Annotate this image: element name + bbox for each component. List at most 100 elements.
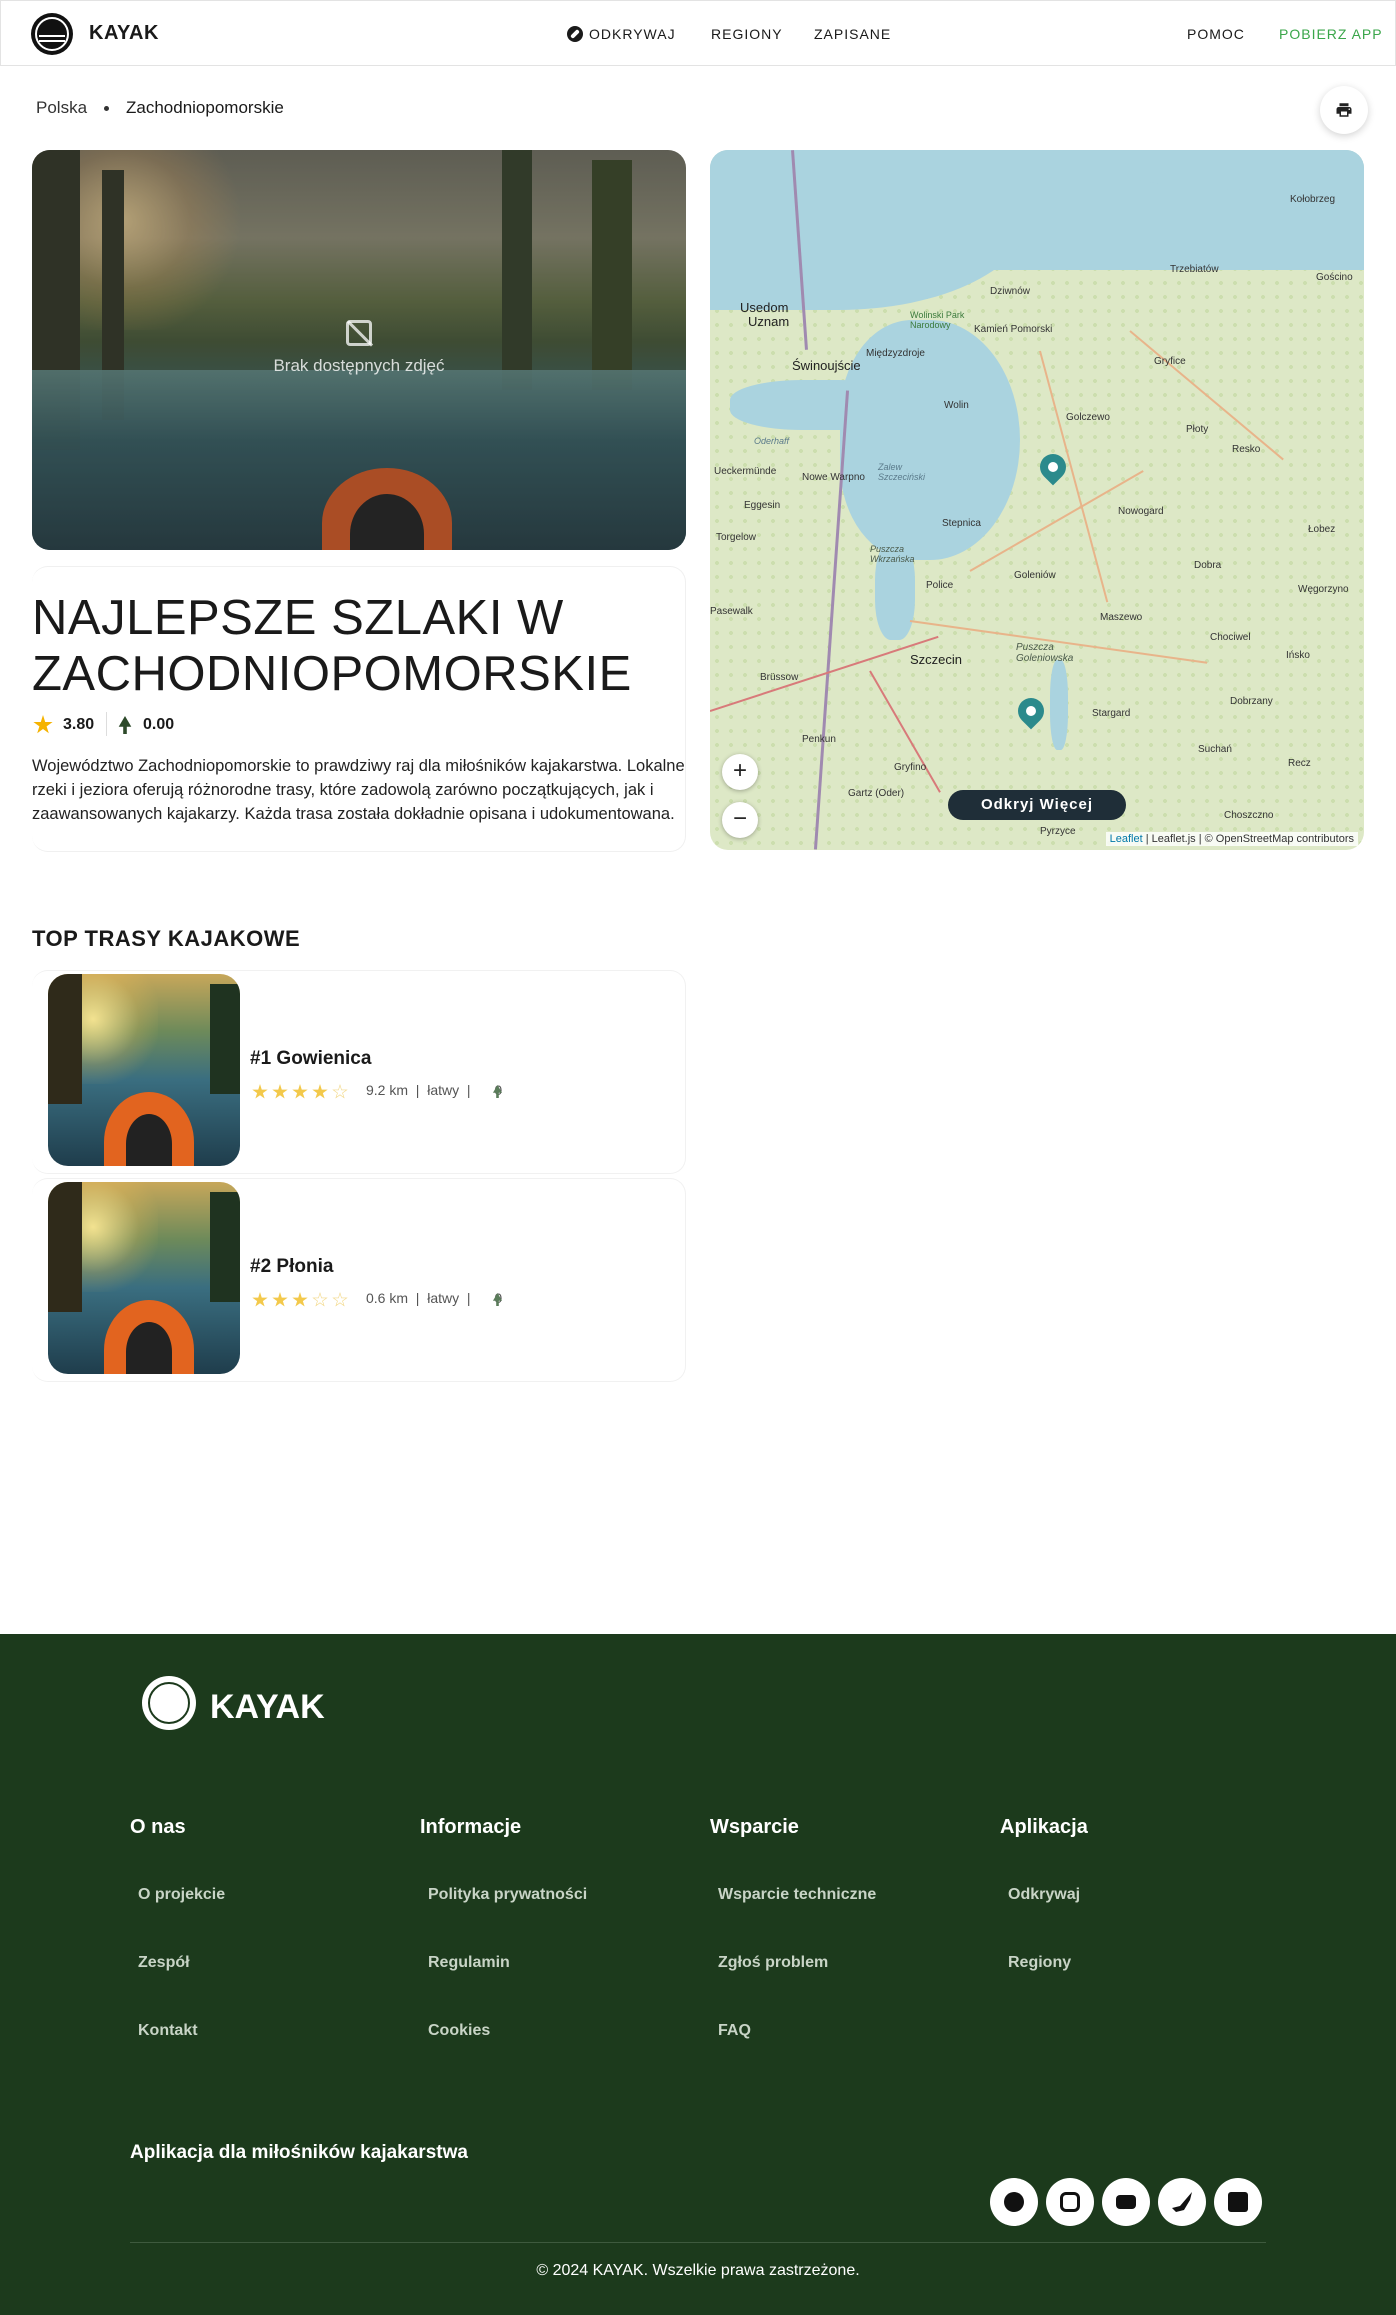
trail-distance: 0.6 km	[366, 1290, 409, 1306]
map-label: Oderhaff	[754, 436, 790, 446]
footer-column-title: Wsparcie	[710, 1816, 799, 1838]
footer-tagline: Aplikacja dla miłośników kajakarstwa	[130, 2142, 468, 2163]
map-label: Stepnica	[942, 518, 981, 529]
trail-name[interactable]: #1 Gowienica	[250, 1048, 371, 1070]
compass-icon	[567, 26, 583, 42]
zoom-in-button[interactable]: +	[722, 754, 758, 790]
footer-link[interactable]: FAQ	[718, 2022, 751, 2040]
kayak-logo-icon[interactable]	[31, 13, 73, 55]
region-map[interactable]: Kołobrzeg Trzebiatów Gościno Dziwnów Kam…	[710, 150, 1364, 850]
footer: KAYAK O nas O projekcie Zespół Kontakt I…	[0, 1634, 1396, 2315]
map-attribution: Leaflet | Leaflet.js | © OpenStreetMap c…	[1105, 832, 1358, 846]
map-label: Łobez	[1308, 524, 1336, 535]
map-label: Eggesin	[744, 500, 781, 511]
get-app-link[interactable]: POBIERZ APP	[1279, 26, 1383, 42]
footer-link[interactable]: Wsparcie techniczne	[718, 1886, 876, 1904]
footer-link[interactable]: Odkrywaj	[1008, 1886, 1080, 1904]
map-label: Brüssow	[760, 672, 799, 683]
map-label: Uznam	[748, 314, 790, 329]
map-label: Kołobrzeg	[1290, 194, 1336, 205]
discover-more-button[interactable]: Odkryj Więcej	[948, 790, 1126, 820]
map-label: Wolinski Park Narodowy	[910, 310, 965, 330]
region-hero-image: Brak dostępnych zdjęć	[32, 150, 686, 550]
trail-difficulty: łatwy	[427, 1290, 460, 1306]
attribution-text: | Leaflet.js | © OpenStreetMap contribut…	[1145, 833, 1354, 845]
map-label: Płoty	[1186, 424, 1209, 435]
print-button[interactable]	[1320, 86, 1368, 134]
map-label: Gryfino	[894, 762, 927, 773]
map-label: Torgelow	[716, 532, 757, 543]
instagram-button[interactable]	[1046, 2178, 1094, 2226]
nav-help[interactable]: POMOC	[1187, 26, 1245, 42]
linkedin-icon	[1228, 2192, 1248, 2212]
map-label: Dobrzany	[1230, 696, 1273, 707]
printer-icon	[1336, 103, 1352, 117]
footer-divider	[130, 2242, 1266, 2243]
twitter-button[interactable]	[1158, 2178, 1206, 2226]
map-label: Police	[926, 580, 954, 591]
trail-meta: 0.6 km | łatwy | 0	[366, 1290, 502, 1306]
no-photos-text: Brak dostępnych zdjęć	[273, 356, 445, 375]
map-label: Nowogard	[1118, 506, 1164, 517]
facebook-button[interactable]	[990, 2178, 1038, 2226]
linkedin-button[interactable]	[1214, 2178, 1262, 2226]
no-image-icon	[346, 320, 372, 346]
facebook-icon	[1004, 2192, 1024, 2212]
map-label: Szczecin	[910, 652, 963, 667]
trail-marker[interactable]	[1034, 448, 1072, 488]
map-label: Stargard	[1092, 708, 1131, 719]
region-nature-score: 0.00	[143, 716, 175, 733]
footer-link[interactable]: Regulamin	[428, 1954, 510, 1972]
top-navbar: KAYAK ODKRYWAJ REGIONY ZAPISANE POMOC PO…	[0, 0, 1396, 66]
nav-discover[interactable]: ODKRYWAJ	[567, 26, 676, 42]
footer-link[interactable]: Kontakt	[138, 2022, 198, 2040]
map-label: Suchań	[1198, 744, 1232, 755]
map-label: Nowe Warpno	[802, 472, 865, 483]
map-label: Recz	[1288, 758, 1311, 769]
breadcrumb-separator	[104, 106, 109, 111]
brand-name[interactable]: KAYAK	[89, 22, 159, 45]
map-label: Zalew Szczeciński	[878, 462, 926, 482]
map-label: Ueckermünde	[714, 466, 777, 477]
zoom-out-button[interactable]: −	[722, 802, 758, 838]
leaflet-link[interactable]: Leaflet	[1110, 833, 1143, 845]
nav-regions[interactable]: REGIONY	[711, 26, 783, 42]
footer-link[interactable]: Zespół	[138, 1954, 190, 1972]
youtube-icon	[1116, 2195, 1136, 2209]
section-title: TOP TRASY KAJAKOWE	[32, 926, 301, 951]
footer-column-title: Aplikacja	[1000, 1816, 1088, 1838]
nav-saved[interactable]: ZAPISANE	[814, 26, 891, 42]
rating-divider	[106, 712, 107, 736]
region-description: Województwo Zachodniopomorskie to prawdz…	[32, 757, 685, 823]
map-label: Gryfice	[1154, 356, 1186, 367]
footer-link[interactable]: Cookies	[428, 2022, 490, 2040]
map-label: Goleniów	[1014, 570, 1056, 581]
footer-link[interactable]: O projekcie	[138, 1886, 225, 1904]
trail-difficulty: łatwy	[427, 1082, 460, 1098]
youtube-button[interactable]	[1102, 2178, 1150, 2226]
trail-distance: 9.2 km	[366, 1082, 409, 1098]
trail-marker[interactable]	[1012, 692, 1050, 732]
footer-column-title: Informacje	[420, 1816, 522, 1838]
trail-image[interactable]	[48, 1182, 240, 1374]
map-label: Dobra	[1194, 560, 1222, 571]
map-label: Gartz (Oder)	[848, 788, 905, 799]
map-label: Penkun	[802, 734, 836, 745]
breadcrumb-country[interactable]: Polska	[36, 98, 87, 118]
footer-link[interactable]: Zgłoś problem	[718, 1954, 828, 1972]
map-label: Świnoujście	[792, 358, 861, 373]
footer-brand: KAYAK	[210, 1688, 325, 1726]
map-label: Pasewalk	[710, 606, 753, 617]
map-label: Dziwnów	[990, 286, 1031, 297]
map-label: Międzyzdroje	[866, 348, 925, 359]
map-label: Pyrzyce	[1040, 826, 1076, 837]
map-label: Choszczno	[1224, 810, 1274, 821]
instagram-icon	[1060, 2192, 1080, 2212]
trail-name[interactable]: #2 Płonia	[250, 1256, 333, 1278]
footer-link[interactable]: Polityka prywatności	[428, 1886, 587, 1904]
map-label: Puszcza Wkrzańska	[870, 544, 915, 564]
footer-link[interactable]: Regiony	[1008, 1954, 1071, 1972]
kayak-logo-icon[interactable]	[142, 1676, 196, 1730]
map-label: Gościno	[1316, 272, 1353, 283]
trail-image[interactable]	[48, 974, 240, 1166]
